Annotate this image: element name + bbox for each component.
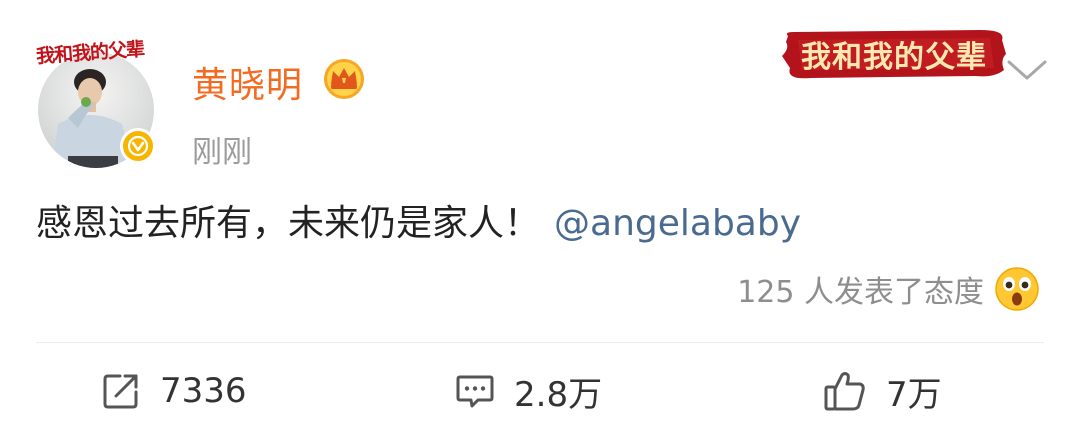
share-icon bbox=[103, 374, 138, 409]
weibo-post-card: 我和我的父辈 黄晓明 刚刚 我和我的父辈 感恩过去所有，未来仍是家人！ @ang… bbox=[0, 0, 1080, 444]
thumbs-up-icon bbox=[824, 372, 865, 411]
promo-banner[interactable]: 我和我的父辈 bbox=[780, 26, 1008, 82]
post-body: 感恩过去所有，未来仍是家人！ @angelababy bbox=[36, 194, 801, 246]
promo-banner-text: 我和我的父辈 bbox=[801, 40, 987, 75]
mention-link[interactable]: @angelababy bbox=[554, 203, 801, 244]
timestamp: 刚刚 bbox=[192, 135, 252, 170]
divider bbox=[36, 342, 1044, 343]
chevron-down-icon[interactable] bbox=[1006, 58, 1048, 82]
comment-icon bbox=[456, 375, 494, 408]
post-body-text: 感恩过去所有，未来仍是家人！ bbox=[36, 203, 541, 244]
comment-count: 2.8万 bbox=[514, 374, 603, 415]
avatar-container[interactable]: 我和我的父辈 bbox=[35, 38, 158, 168]
comment-button[interactable]: 2.8万 bbox=[454, 364, 602, 418]
verified-badge-icon bbox=[120, 128, 156, 164]
like-count: 7万 bbox=[886, 374, 942, 415]
like-button[interactable]: 7万 bbox=[822, 364, 942, 418]
repost-button[interactable]: 7336 bbox=[100, 364, 247, 418]
repost-count: 7336 bbox=[160, 371, 247, 411]
crown-icon bbox=[324, 59, 364, 99]
username[interactable]: 黄晓明 bbox=[192, 56, 303, 108]
surprised-face-icon bbox=[995, 267, 1039, 311]
reactions-summary[interactable]: 125 人发表了态度 bbox=[737, 264, 1040, 314]
reactions-count-text: 125 人发表了态度 bbox=[737, 275, 984, 310]
